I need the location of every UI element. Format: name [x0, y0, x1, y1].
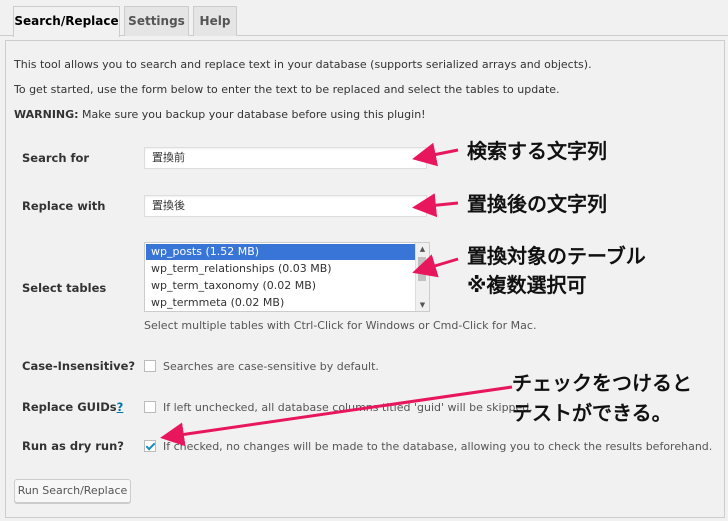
tables-hint: Select multiple tables with Ctrl-Click f… [144, 319, 537, 332]
tab-search-replace[interactable]: Search/Replace [13, 6, 120, 37]
tables-scrollbar[interactable]: ▲ ▼ [415, 243, 429, 311]
tab-settings[interactable]: Settings [124, 6, 189, 36]
scroll-thumb[interactable] [418, 257, 426, 281]
case-insensitive-label: Case-Insensitive? [22, 359, 136, 373]
guids-help-link[interactable]: ? [117, 400, 124, 414]
dry-run-label: Run as dry run? [22, 439, 124, 453]
dry-run-checkbox[interactable] [144, 440, 156, 452]
annotation-replace: 置換後の文字列 [467, 192, 607, 216]
intro-text: This tool allows you to search and repla… [14, 58, 592, 71]
table-option[interactable]: wp_termmeta (0.02 MB) [146, 295, 415, 311]
table-option[interactable]: wp_posts (1.52 MB) [146, 244, 415, 260]
warning-message: Make sure you backup your database befor… [78, 108, 426, 121]
instructions-text: To get started, use the form below to en… [14, 83, 560, 96]
scroll-down-icon[interactable]: ▼ [416, 299, 429, 311]
search-for-label: Search for [22, 151, 90, 165]
replace-guids-checkbox[interactable] [144, 401, 156, 413]
warning-text: WARNING: Make sure you backup your datab… [14, 108, 426, 121]
annotation-tables-1: 置換対象のテーブル [467, 244, 646, 268]
select-tables-label: Select tables [22, 281, 107, 295]
replace-with-input[interactable]: 置換後 [144, 195, 427, 217]
replace-with-label: Replace with [22, 199, 106, 213]
case-insensitive-checkbox[interactable] [144, 360, 156, 372]
tables-select[interactable]: wp_posts (1.52 MB) wp_term_relationships… [144, 242, 430, 312]
tab-bar: Search/Replace Settings Help [0, 0, 728, 37]
annotation-tables-2: ※複数選択可 [467, 273, 587, 297]
search-replace-panel: This tool allows you to search and repla… [5, 40, 725, 518]
search-for-input[interactable]: 置換前 [144, 147, 427, 169]
replace-guids-label-text: Replace GUIDs [22, 400, 117, 414]
annotation-dry-run-1: チェックをつけると [512, 371, 692, 395]
case-insensitive-description: Searches are case-sensitive by default. [163, 360, 379, 373]
annotation-dry-run-2: テストができる。 [512, 401, 672, 425]
run-search-replace-button[interactable]: Run Search/Replace [14, 479, 131, 503]
tab-help[interactable]: Help [193, 6, 237, 36]
annotation-search: 検索する文字列 [467, 139, 607, 163]
replace-guids-label: Replace GUIDs? [22, 400, 123, 414]
scroll-up-icon[interactable]: ▲ [416, 243, 429, 255]
table-option[interactable]: wp_term_taxonomy (0.02 MB) [146, 278, 415, 294]
table-option[interactable]: wp_term_relationships (0.03 MB) [146, 261, 415, 277]
replace-guids-description: If left unchecked, all database columns … [163, 401, 533, 414]
dry-run-description: If checked, no changes will be made to t… [163, 440, 713, 453]
warning-label: WARNING: [14, 108, 79, 121]
